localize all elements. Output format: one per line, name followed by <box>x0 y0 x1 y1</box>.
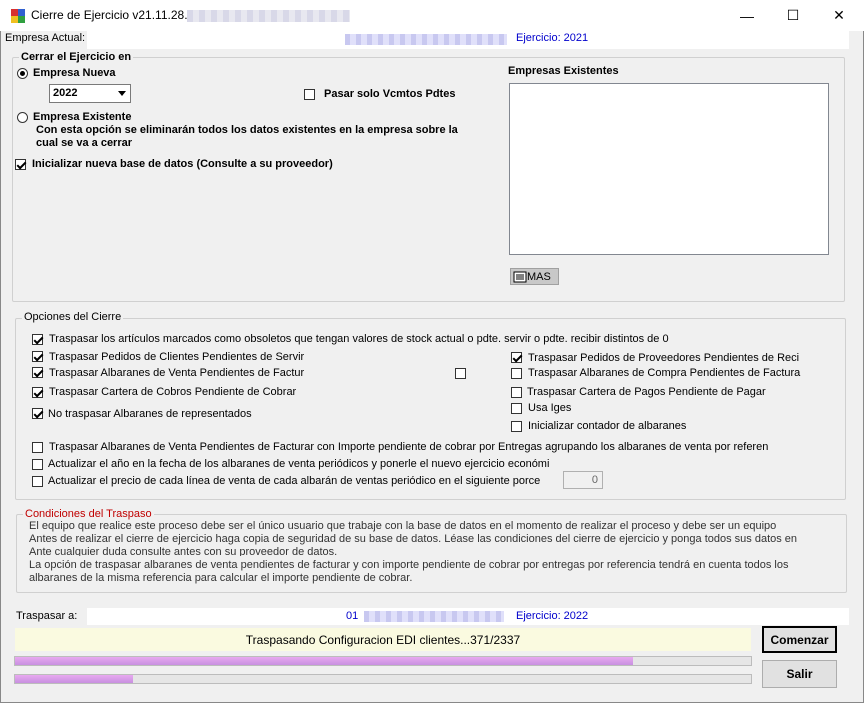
empresa-existente-label: Empresa Existente <box>33 111 132 123</box>
pedidos-proveedores-checkbox[interactable] <box>511 352 522 363</box>
porcentaje-input[interactable]: 0 <box>563 471 603 489</box>
comenzar-button[interactable]: Comenzar <box>762 626 837 653</box>
minimize-button[interactable]: — <box>724 0 770 31</box>
chevron-down-icon[interactable] <box>114 85 130 102</box>
actualizar-precio-label: Actualizar el precio de cada línea de ve… <box>48 475 541 487</box>
no-traspasar-repr-label: No traspasar Albaranes de representados <box>48 408 252 420</box>
progress-bar-main <box>14 656 752 666</box>
obsoletos-checkbox[interactable] <box>32 334 43 345</box>
albaranes-venta-label: Traspasar Albaranes de Venta Pendientes … <box>49 367 305 379</box>
inicializar-bd-label: Inicializar nueva base de datos (Consult… <box>32 158 333 170</box>
albaranes-compra-label: Traspasar Albaranes de Compra Pendientes… <box>528 367 801 379</box>
obsoletos-label: Traspasar los artículos marcados como ob… <box>49 333 669 345</box>
progress-bar-sub <box>14 674 752 684</box>
empresa-nueva-label: Empresa Nueva <box>33 67 116 79</box>
no-traspasar-repr-checkbox[interactable] <box>32 408 43 419</box>
cartera-pagos-label: Traspasar Cartera de Pagos Pendiente de … <box>527 386 766 398</box>
cerrar-ejercicio-legend: Cerrar el Ejercicio en <box>19 51 134 63</box>
progress-fill-main <box>15 657 634 665</box>
actualizar-precio-checkbox[interactable] <box>32 476 43 487</box>
redacted-empresa <box>345 34 507 45</box>
porcentaje-value: 0 <box>591 474 598 486</box>
salir-button[interactable]: Salir <box>762 660 837 688</box>
app-icon <box>11 9 25 23</box>
pedidos-clientes-checkbox[interactable] <box>32 351 43 362</box>
albaranes-entregas-label: Traspasar Albaranes de Venta Pendientes … <box>49 441 769 453</box>
albaranes-compra-checkbox[interactable] <box>511 368 522 379</box>
window-title: Cierre de Ejercicio v21.11.28.0 <box>31 8 195 22</box>
pasar-vcmtos-label: Pasar solo Vcmtos Pdtes <box>324 88 456 100</box>
comenzar-label: Comenzar <box>770 632 829 647</box>
empresas-existentes-list[interactable] <box>509 83 829 255</box>
condiciones-text: El equipo que realice este proceso debe … <box>29 520 839 585</box>
empresa-actual-label: Empresa Actual: <box>5 32 86 44</box>
empresa-existente-radio[interactable] <box>17 112 28 123</box>
mas-button[interactable]: MAS <box>510 268 559 285</box>
maximize-button[interactable]: ☐ <box>770 0 816 31</box>
opciones-legend: Opciones del Cierre <box>22 311 124 323</box>
usa-iges-checkbox[interactable] <box>511 403 522 414</box>
progress-fill-sub <box>15 675 133 683</box>
year-select-value: 2022 <box>53 87 78 99</box>
condicion-line-4: La opción de traspasar albaranes de vent… <box>29 559 789 571</box>
ejercicio-actual: Ejercicio: 2021 <box>516 32 589 44</box>
condicion-line-5: albaranes de la misma referencia para ca… <box>29 572 413 584</box>
pasar-vcmtos-checkbox[interactable] <box>304 89 315 100</box>
albaranes-entregas-checkbox[interactable] <box>32 442 43 453</box>
traspasar-a-label: Traspasar a: <box>16 610 78 622</box>
title-bar: Cierre de Ejercicio v21.11.28.0 — ☐ ✕ <box>0 0 864 31</box>
year-select[interactable]: 2022 <box>49 84 131 103</box>
condicion-line-2: Antes de realizar el cierre de ejercicio… <box>29 533 798 545</box>
pedidos-clientes-label: Traspasar Pedidos de Clientes Pendientes… <box>49 351 305 363</box>
albaranes-venta-extra-checkbox[interactable] <box>455 368 466 379</box>
actualizar-anio-label: Actualizar el año en la fecha de los alb… <box>48 458 550 470</box>
empresa-nueva-radio[interactable] <box>17 68 28 79</box>
mas-label: MAS <box>527 270 551 283</box>
usa-iges-label: Usa Iges <box>528 402 572 414</box>
close-button[interactable]: ✕ <box>816 0 862 31</box>
inicializar-contador-checkbox[interactable] <box>511 421 522 432</box>
ejercicio-destino: Ejercicio: 2022 <box>516 610 589 622</box>
status-bar: Traspasando Configuracion EDI clientes..… <box>15 628 751 651</box>
albaranes-venta-checkbox[interactable] <box>32 367 43 378</box>
condiciones-legend: Condiciones del Traspaso <box>23 508 154 520</box>
cartera-cobros-checkbox[interactable] <box>32 387 43 398</box>
condicion-line-3: Ante cualquier duda consulte antes con s… <box>29 546 338 556</box>
redacted-empresa-destino <box>364 611 504 622</box>
cartera-cobros-label: Traspasar Cartera de Cobros Pendiente de… <box>49 386 297 398</box>
actualizar-anio-checkbox[interactable] <box>32 459 43 470</box>
inicializar-bd-checkbox[interactable] <box>15 159 26 170</box>
empresas-existentes-label: Empresas Existentes <box>508 65 619 77</box>
condicion-line-1: El equipo que realice este proceso debe … <box>29 520 777 532</box>
redacted-title <box>187 10 350 22</box>
status-text: Traspasando Configuracion EDI clientes..… <box>245 632 521 647</box>
salir-label: Salir <box>786 667 813 681</box>
warning-line-2: cual se va a cerrar <box>36 137 133 149</box>
empresa-destino-code: 01 <box>346 610 359 622</box>
pedidos-proveedores-label: Traspasar Pedidos de Proveedores Pendien… <box>528 352 800 364</box>
inicializar-contador-label: Inicializar contador de albaranes <box>528 420 687 432</box>
list-icon <box>513 271 527 282</box>
cartera-pagos-checkbox[interactable] <box>511 387 522 398</box>
warning-line-1: Con esta opción se eliminarán todos los … <box>36 124 458 136</box>
